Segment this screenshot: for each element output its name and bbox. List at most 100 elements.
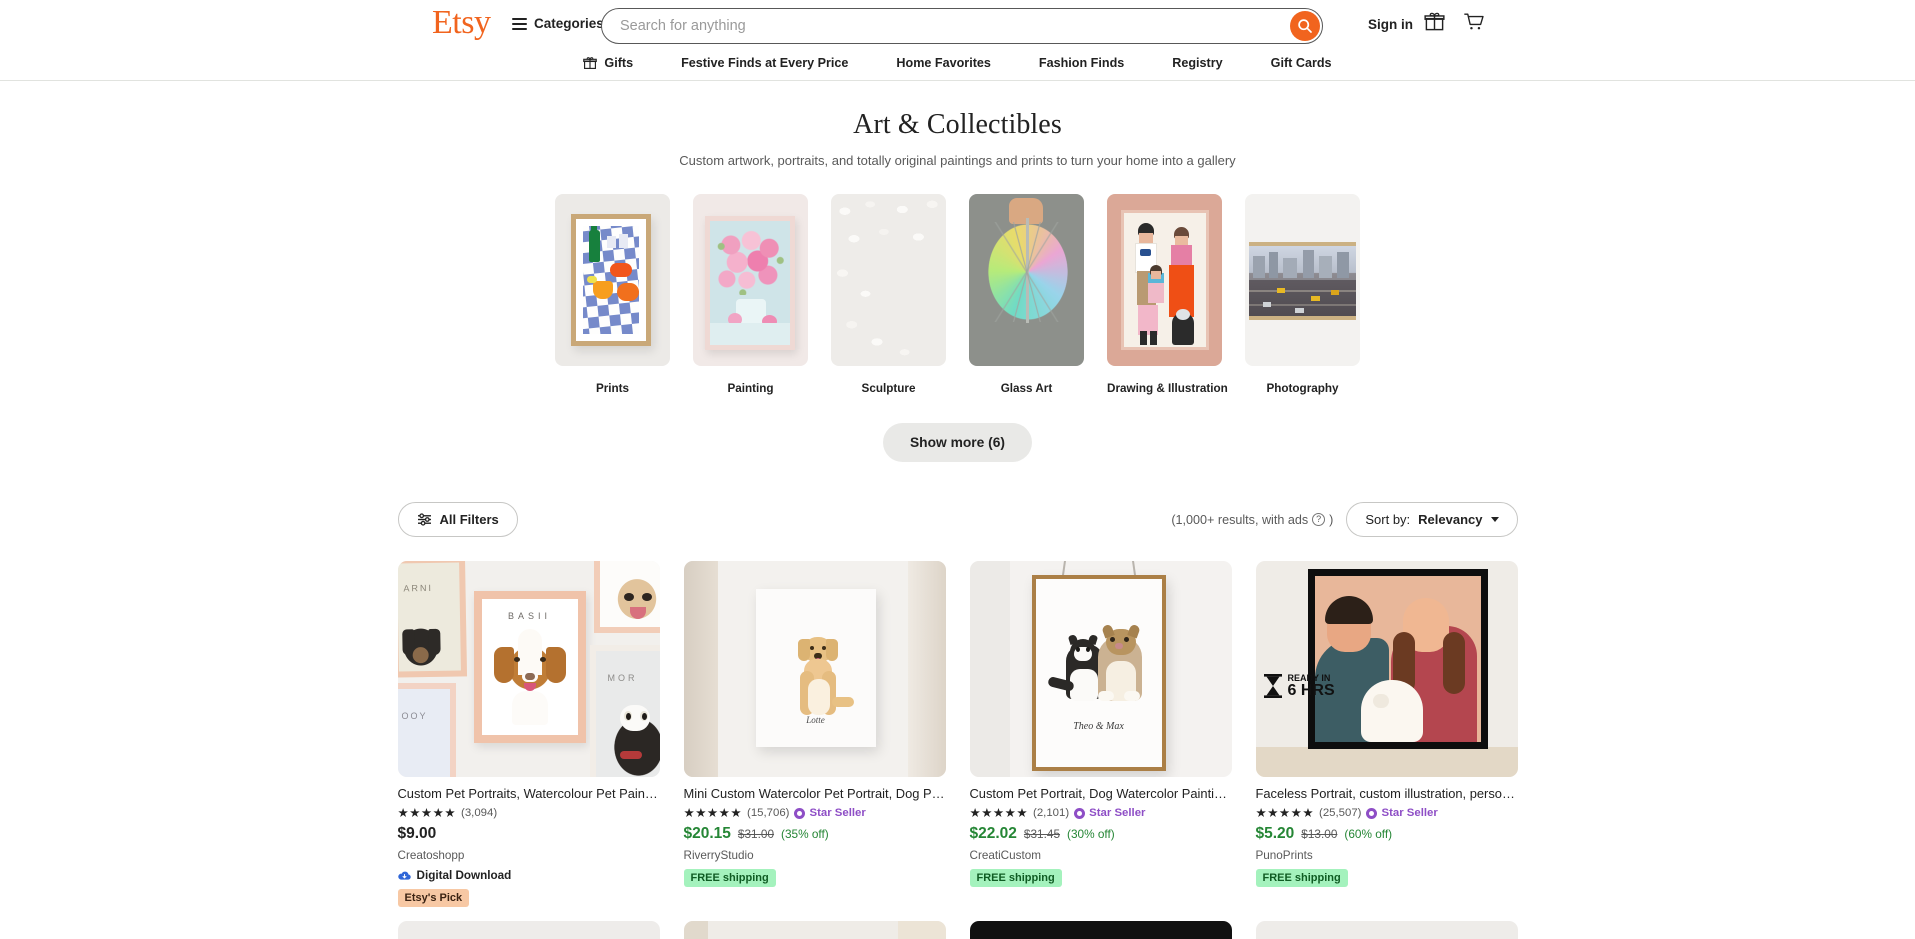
category-tile-photography[interactable]: Photography: [1245, 194, 1360, 395]
subnav-item-gifts[interactable]: Gifts: [559, 56, 657, 70]
category-tile-painting[interactable]: Painting: [693, 194, 808, 395]
product-rating: ★★★★★ (15,706) Star Seller: [684, 807, 946, 820]
hourglass-icon: [1263, 674, 1282, 698]
shop-name[interactable]: CreatiCustom: [970, 849, 1232, 862]
site-header: Etsy Categories Sign in: [0, 0, 1915, 51]
product-image[interactable]: Theo & Max: [969, 561, 1232, 777]
category-tile-drawing-illustration[interactable]: Drawing & Illustration: [1107, 194, 1228, 395]
product-card[interactable]: [969, 921, 1232, 939]
gift-icon[interactable]: [1424, 11, 1445, 37]
product-title[interactable]: Custom Pet Portrait, Dog Watercolor Pain…: [970, 786, 1232, 803]
all-filters-label: All Filters: [439, 512, 499, 527]
product-rating: ★★★★★ (3,094): [398, 807, 660, 820]
category-label: Glass Art: [1000, 382, 1053, 395]
product-image[interactable]: ARNI OOY BASII MOR: [397, 561, 660, 777]
all-filters-button[interactable]: All Filters: [397, 502, 518, 537]
product-card[interactable]: Theo & Max Custom Pet Portrait, Dog Wate…: [969, 561, 1232, 907]
status-badge: Etsy's Pick: [397, 889, 470, 908]
product-image[interactable]: [969, 921, 1232, 939]
product-image[interactable]: [1255, 921, 1518, 939]
product-image[interactable]: [397, 921, 660, 939]
search-input[interactable]: [620, 18, 1276, 34]
star-seller-icon: [794, 807, 806, 819]
product-image[interactable]: [683, 921, 946, 939]
product-card[interactable]: ARNI OOY BASII MOR Custom Pet Portraits,…: [397, 561, 660, 908]
price-current: $22.02: [969, 825, 1017, 843]
star-rating-icon: ★★★★★: [1255, 805, 1315, 820]
art-text: OOY: [401, 711, 428, 721]
star-seller-label: Star Seller: [1089, 807, 1146, 820]
category-label: Drawing & Illustration: [1107, 382, 1228, 395]
shop-name[interactable]: RiverryStudio: [684, 849, 946, 862]
price-original: $31.00: [737, 827, 775, 842]
page-subtitle: Custom artwork, portraits, and totally o…: [679, 153, 1236, 168]
star-seller-icon: [1366, 807, 1378, 819]
sliders-icon: [417, 513, 431, 526]
category-label: Prints: [595, 382, 630, 395]
review-count: (15,706): [747, 807, 790, 820]
sign-in-button[interactable]: Sign in: [1368, 17, 1413, 32]
product-card[interactable]: [1255, 921, 1518, 939]
status-badge: FREE shipping: [1255, 869, 1348, 888]
product-extra-label: Digital Download: [416, 869, 512, 883]
art-text: ARNI: [402, 582, 433, 594]
product-card[interactable]: [397, 921, 660, 939]
category-label: Sculpture: [861, 382, 916, 395]
price-discount: (60% off): [1344, 827, 1393, 842]
results-count-text: (1,000+ results, with ads: [1171, 512, 1309, 527]
star-rating-icon: ★★★★★: [969, 805, 1029, 820]
product-title[interactable]: Custom Pet Portraits, Watercolour Pet Pa…: [398, 786, 660, 803]
sort-by-value: Relevancy: [1418, 512, 1483, 527]
download-cloud-icon: [397, 871, 411, 880]
status-badge: FREE shipping: [969, 869, 1062, 888]
etsy-logo[interactable]: Etsy: [432, 6, 491, 40]
product-rating: ★★★★★ (2,101) Star Seller: [970, 807, 1232, 820]
category-tile-prints[interactable]: Prints: [555, 194, 670, 395]
sort-by-dropdown[interactable]: Sort by: Relevancy: [1346, 502, 1518, 537]
ready-in-text: READY IN 6 HRS: [1288, 673, 1335, 699]
shop-name[interactable]: Creatoshopp: [398, 849, 660, 862]
product-card[interactable]: [683, 921, 946, 939]
product-extra: Digital Download: [397, 869, 660, 883]
help-icon[interactable]: ?: [1312, 513, 1326, 526]
product-title[interactable]: Mini Custom Watercolor Pet Portrait, Dog…: [684, 786, 946, 803]
product-image[interactable]: Lotte: [683, 561, 946, 777]
review-count: (25,507): [1319, 807, 1362, 820]
subnav-item-festive-finds[interactable]: Festive Finds at Every Price: [657, 56, 872, 70]
review-count: (2,101): [1033, 807, 1070, 820]
shop-name[interactable]: PunoPrints: [1256, 849, 1518, 862]
cart-icon[interactable]: [1463, 11, 1485, 37]
price-original: $13.00: [1301, 827, 1338, 842]
product-rating: ★★★★★ (25,507) Star Seller: [1256, 807, 1518, 820]
product-card[interactable]: Lotte Mini Custom Watercolor Pet Portrai…: [683, 561, 946, 907]
star-seller-badge: Star Seller: [794, 807, 866, 819]
ready-in-badge: READY IN 6 HRS: [1262, 673, 1335, 699]
product-card[interactable]: READY IN 6 HRS Faceless Portrait, custom…: [1255, 561, 1518, 907]
search-submit-button[interactable]: [1290, 11, 1320, 41]
categories-button[interactable]: Categories: [512, 16, 604, 31]
category-tile-sculpture[interactable]: Sculpture: [831, 194, 946, 395]
product-image[interactable]: READY IN 6 HRS: [1255, 561, 1518, 777]
product-price: $22.02 $31.45 (30% off): [970, 825, 1232, 843]
search-bar: [601, 8, 1323, 44]
category-tile-glass-art[interactable]: Glass Art: [969, 194, 1084, 395]
subnav-item-registry[interactable]: Registry: [1148, 56, 1246, 70]
product-title[interactable]: Faceless Portrait, custom illustration, …: [1256, 786, 1518, 803]
results-count: (1,000+ results, with ads ? ): [1171, 513, 1333, 527]
price-discount: (30% off): [1067, 827, 1115, 842]
filter-toolbar: All Filters (1,000+ results, with ads ? …: [397, 502, 1518, 537]
category-label: Painting: [727, 382, 774, 395]
star-seller-badge: Star Seller: [1366, 807, 1438, 819]
subnav-item-home-favorites[interactable]: Home Favorites: [872, 56, 1014, 70]
subnav-item-fashion-finds[interactable]: Fashion Finds: [1015, 56, 1148, 70]
subnav-item-gift-cards[interactable]: Gift Cards: [1247, 56, 1356, 70]
results-grid: ARNI OOY BASII MOR Custom Pet Portraits,…: [397, 561, 1518, 939]
star-seller-icon: [1074, 807, 1086, 819]
show-more-button[interactable]: Show more (6): [882, 423, 1033, 462]
category-tiles: Prints Painting Sculpture Glass Art Draw…: [0, 194, 1915, 395]
price-current: $5.20: [1255, 825, 1295, 843]
category-label: Photography: [1266, 382, 1339, 395]
search-icon: [1298, 19, 1312, 33]
sort-by-prefix: Sort by:: [1365, 512, 1411, 527]
search-box[interactable]: [601, 8, 1323, 44]
